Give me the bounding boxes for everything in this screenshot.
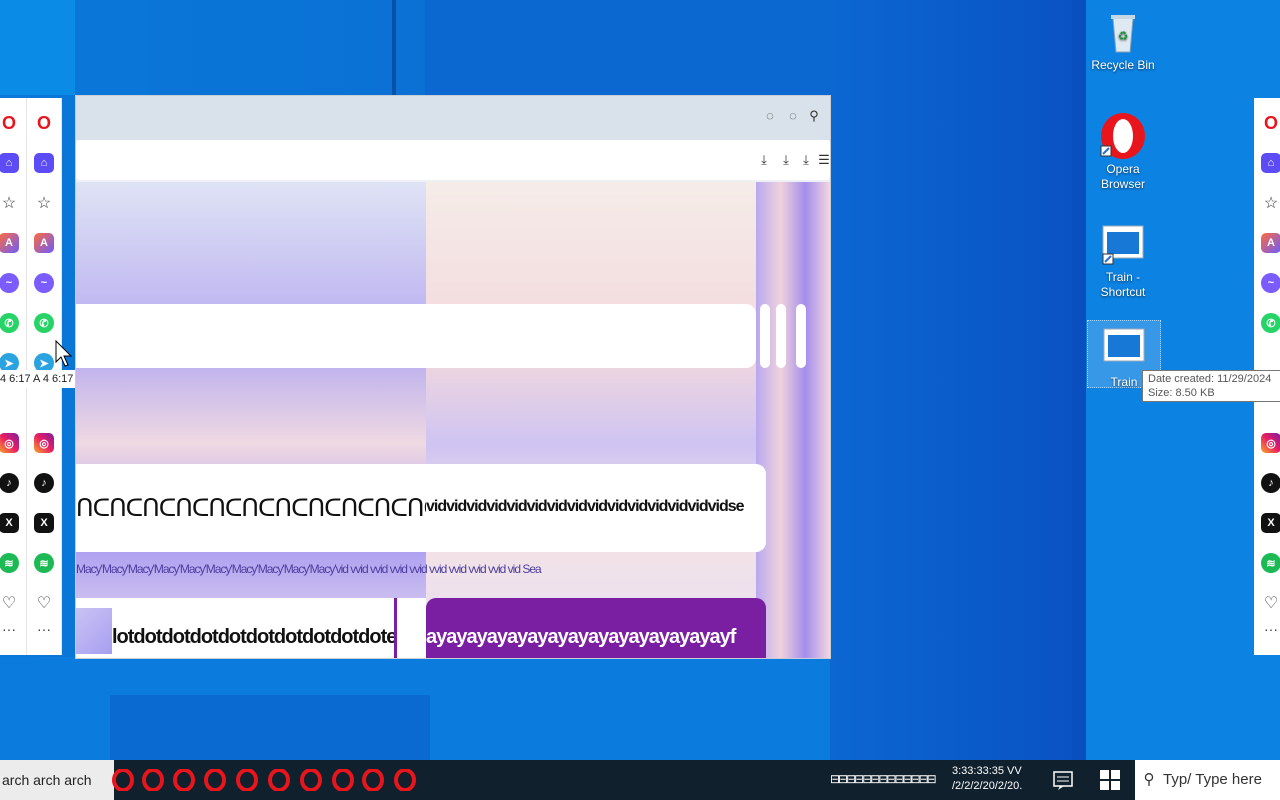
- spotify-icon[interactable]: ≋: [1254, 548, 1280, 578]
- download-icon[interactable]: ⤓: [756, 152, 772, 168]
- page-background: [756, 182, 830, 658]
- messenger-icon[interactable]: ~: [1254, 268, 1280, 298]
- home-icon[interactable]: ⌂: [1254, 148, 1280, 178]
- reload-icon[interactable]: ◌: [762, 108, 778, 124]
- desktop-icon-opera[interactable]: Opera Browser: [1087, 112, 1159, 192]
- speed-dial-tile[interactable]: [760, 304, 770, 368]
- speed-dial-tile[interactable]: [796, 304, 806, 368]
- opera-taskbar-icon[interactable]: [204, 769, 226, 791]
- star-icon[interactable]: ☆: [1254, 188, 1280, 218]
- tiktok-icon[interactable]: ♪: [1254, 468, 1280, 498]
- application-window-icon: [1099, 220, 1147, 268]
- whatsapp-icon[interactable]: ✆: [0, 308, 26, 338]
- desktop-icon-train-shortcut[interactable]: Train - Shortcut: [1087, 220, 1159, 300]
- glitch-stripe: [0, 0, 75, 95]
- spotify-icon[interactable]: ≋: [27, 548, 61, 578]
- opera-taskbar-icon[interactable]: [394, 769, 416, 791]
- thumbnail: [76, 608, 112, 654]
- tooltip-date: Date created: 11/29/2024: [1148, 373, 1272, 385]
- tiktok-icon[interactable]: ♪: [0, 468, 26, 498]
- recycle-bin-icon: ♻: [1099, 8, 1147, 56]
- glitch-stripe: [392, 0, 396, 95]
- aria-icon[interactable]: A: [27, 228, 61, 258]
- x-icon[interactable]: X: [27, 508, 61, 538]
- more-icon[interactable]: ···: [0, 614, 26, 644]
- browser-titlebar: ◌ ◌ ⚲: [76, 96, 830, 140]
- tray-icons[interactable]: ⊟⊟⊟⊟⊟⊟⊟⊟⊟⊟⊟⊟⊟: [830, 772, 950, 786]
- windows-start-icon[interactable]: [1100, 770, 1120, 790]
- star-icon[interactable]: ☆: [0, 188, 26, 218]
- svg-text:♻: ♻: [1118, 29, 1129, 43]
- notification-icon[interactable]: [1052, 770, 1074, 792]
- glitch-text: lotdotdotdotdotdotdotdotdotdote: [112, 626, 396, 648]
- messenger-icon[interactable]: ~: [0, 268, 26, 298]
- whatsapp-icon[interactable]: ✆: [1254, 308, 1280, 338]
- search-icon[interactable]: ⚲: [806, 108, 822, 124]
- x-icon[interactable]: X: [1254, 508, 1280, 538]
- browser-window: ◌ ◌ ⚲ ⤓ ⤓ ⤓ ☰ ᑎᑕᑎᑕᑎᑕᑎᑕᑎᑕᑎᑕᑎᑕᑎᑕᑎᑕᑎᑕᑎᑕᑎᑕᑎᑕ…: [75, 95, 831, 659]
- glitch-stripe: [1072, 0, 1086, 760]
- glitch-stripe: [830, 0, 1080, 760]
- whatsapp-icon[interactable]: ✆: [27, 308, 61, 338]
- star-icon[interactable]: ☆: [27, 188, 61, 218]
- opera-taskbar-icon[interactable]: [173, 769, 195, 791]
- desktop-icon-recycle-bin[interactable]: ♻ Recycle Bin: [1087, 8, 1159, 73]
- aria-icon[interactable]: A: [1254, 228, 1280, 258]
- more-icon[interactable]: ···: [27, 614, 61, 644]
- opera-taskbar-icon[interactable]: [332, 769, 354, 791]
- home-icon[interactable]: ⌂: [27, 148, 61, 178]
- glitch-stripe: [110, 695, 430, 760]
- taskbar-search[interactable]: arch arch arch: [0, 760, 114, 800]
- taskbar-search-box[interactable]: ⚲ Typ/ Type here: [1135, 760, 1280, 800]
- address-bar[interactable]: ⤓ ⤓ ⤓ ☰: [76, 140, 830, 180]
- glitch-text: ayayayayayayayayayayayayayayayf: [426, 626, 736, 648]
- download-icon[interactable]: ⤓: [798, 152, 814, 168]
- opera-taskbar-icon[interactable]: [268, 769, 290, 791]
- aria-icon[interactable]: A: [0, 228, 26, 258]
- opera-taskbar-icon[interactable]: [362, 769, 384, 791]
- page-background: [76, 182, 426, 658]
- glitch-text: Macy'Macy'Macy'Macy'Macy'Macy'Macy'Macy'…: [76, 562, 542, 576]
- taskbar-clock[interactable]: 3:33:33:35 VV /2/2/2/20/2/20.: [952, 764, 1032, 796]
- instagram-icon[interactable]: ◎: [27, 428, 61, 458]
- opera-taskbar-icon[interactable]: [142, 769, 164, 791]
- messenger-icon[interactable]: ~: [27, 268, 61, 298]
- opera-taskbar-icon[interactable]: [112, 769, 134, 791]
- page-background: [426, 182, 756, 658]
- glitch-text: vidvidvidvidvidvidvidvidvidvidvidvidvidv…: [426, 498, 745, 515]
- glitch-stripe: [425, 0, 830, 95]
- reload-icon[interactable]: ◌: [785, 108, 801, 124]
- x-icon[interactable]: X: [0, 508, 26, 538]
- clock-time: 3:33:33:35 VV: [952, 765, 1022, 777]
- opera-logo-icon[interactable]: O: [1254, 108, 1280, 138]
- opera-logo-icon[interactable]: O: [27, 108, 61, 138]
- download-icon[interactable]: ⤓: [778, 152, 794, 168]
- search-icon: ⚲: [1143, 771, 1155, 788]
- glitch-stripe: [394, 598, 397, 658]
- time-tooltip: 4 6:17 A 4 6:17 A: [0, 370, 75, 388]
- tooltip-size: Size: 8.50 KB: [1148, 387, 1215, 399]
- taskbar: arch arch arch ⊟⊟⊟⊟⊟⊟⊟⊟⊟⊟⊟⊟⊟ 3:33:33:35 …: [0, 760, 1280, 800]
- opera-taskbar-icon[interactable]: [236, 769, 258, 791]
- tiktok-icon[interactable]: ♪: [27, 468, 61, 498]
- clock-date: /2/2/2/20/2/20.: [952, 780, 1023, 792]
- speed-dial-tile[interactable]: [76, 304, 756, 368]
- glitch-text: ᑎᑕᑎᑕᑎᑕᑎᑕᑎᑕᑎᑕᑎᑕᑎᑕᑎᑕᑎᑕᑎᑕᑎᑕᑎᑕᑎᑕᑎᑕᑎ: [76, 495, 426, 522]
- spotify-icon[interactable]: ≋: [0, 548, 26, 578]
- desktop: O ⌂ ☆ A ~ ✆ ➤ ◎ ♪ X ≋ ♡ ··· O ⌂ ☆ A ~ ✆ …: [0, 0, 1280, 800]
- opera-logo-icon[interactable]: O: [0, 108, 26, 138]
- application-window-icon: [1100, 325, 1148, 373]
- menu-icon[interactable]: ☰: [816, 152, 830, 168]
- opera-taskbar-icon[interactable]: [300, 769, 322, 791]
- file-info-tooltip: Date created: 11/29/2024 Size: 8.50 KB: [1142, 370, 1280, 402]
- speed-dial-tile[interactable]: [776, 304, 786, 368]
- home-icon[interactable]: ⌂: [0, 148, 26, 178]
- instagram-icon[interactable]: ◎: [1254, 428, 1280, 458]
- opera-icon: [1099, 112, 1147, 160]
- more-icon[interactable]: ···: [1254, 614, 1280, 644]
- instagram-icon[interactable]: ◎: [0, 428, 26, 458]
- mouse-cursor-icon: [55, 340, 73, 367]
